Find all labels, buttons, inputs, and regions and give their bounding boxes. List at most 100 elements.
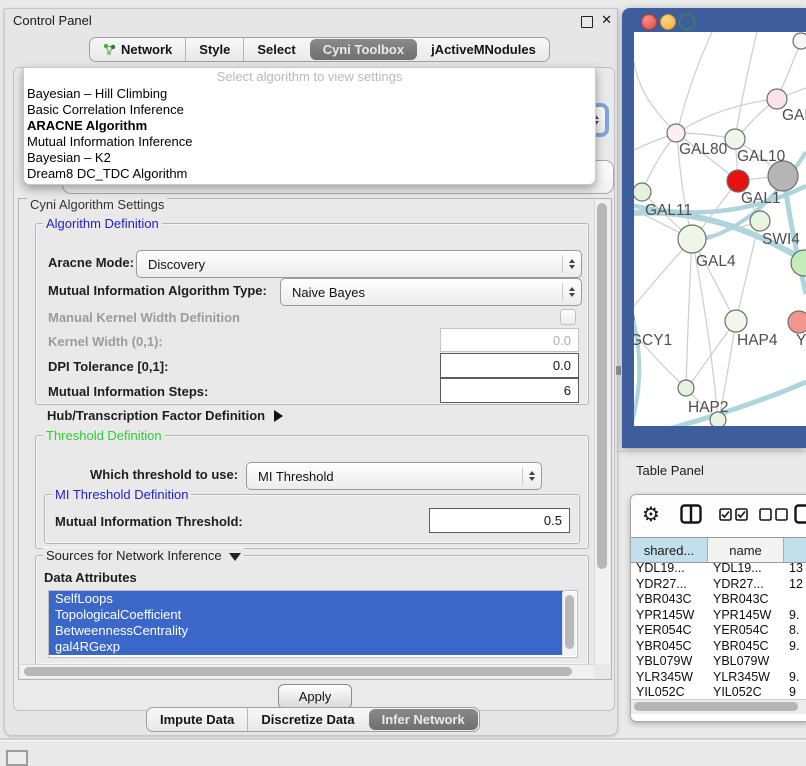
table-row[interactable]: YBR045CYBR045C9. — [631, 639, 806, 655]
table-row[interactable]: YPR145WYPR145W9. — [631, 608, 806, 624]
manual-kernel-width-checkbox[interactable] — [560, 309, 576, 325]
mi-steps-field[interactable]: 6 — [440, 378, 579, 403]
table-row[interactable]: YDR27...YDR27...12 — [631, 577, 806, 593]
network-node-label: GAL80 — [679, 141, 728, 158]
which-threshold-label: Which threshold to use: — [90, 467, 238, 482]
split-columns-icon[interactable] — [680, 504, 702, 524]
float-window-icon[interactable] — [581, 16, 593, 28]
network-node-gal[interactable] — [767, 89, 787, 109]
panel-splitter[interactable] — [616, 451, 806, 452]
settings-horizontal-scrollbar[interactable] — [20, 664, 594, 678]
network-node-gal4[interactable] — [678, 225, 706, 253]
network-node-hap4[interactable] — [725, 310, 747, 332]
network-edge[interactable] — [686, 239, 692, 388]
network-node-hap2[interactable] — [678, 380, 694, 396]
network-canvas[interactable]: GALGAL80GAL10GAL1GAL11SWI4GAL4GCY1HAP4YH… — [634, 32, 806, 426]
table-row[interactable]: YDL19...YDL19...13 — [631, 561, 806, 577]
network-node-y[interactable] — [788, 311, 806, 333]
table-row[interactable]: YBL079WYBL079W — [631, 654, 806, 670]
table-cell: 13 — [784, 561, 806, 577]
deselect-all-columns-icon[interactable] — [759, 508, 789, 521]
minimize-traffic-light[interactable] — [660, 14, 676, 30]
select-all-columns-icon[interactable] — [719, 508, 749, 521]
network-edge[interactable] — [736, 222, 759, 321]
settings-vertical-scrollbar[interactable] — [594, 200, 610, 664]
data-attribute-item[interactable]: TopologicalCoefficient — [49, 607, 563, 623]
apply-button[interactable]: Apply — [278, 684, 352, 709]
network-node[interactable] — [793, 33, 806, 49]
table-row[interactable]: YIL052CYIL052C9 — [631, 685, 806, 699]
tab-cyni-toolbox[interactable]: Cyni Toolbox — [310, 39, 417, 60]
mi-algorithm-type-combobox[interactable]: Naive Bayes — [280, 278, 582, 306]
column-header[interactable] — [784, 538, 806, 562]
panel-splitter-grip[interactable] — [616, 366, 621, 375]
network-icon — [103, 43, 116, 56]
tab-infer-network[interactable]: Infer Network — [369, 709, 478, 730]
network-node-swi4[interactable] — [750, 211, 770, 231]
tab-network[interactable]: Network — [90, 38, 185, 61]
zoom-traffic-light[interactable] — [679, 14, 695, 30]
dpi-tolerance-label: DPI Tolerance [0,1]: — [48, 359, 168, 374]
data-attribute-item[interactable]: BetweennessCentrality — [49, 623, 563, 639]
which-threshold-combobox[interactable]: MI Threshold — [246, 462, 542, 490]
table-row[interactable]: YER054CYER054C8. — [631, 623, 806, 639]
network-edge[interactable] — [642, 133, 677, 192]
gear-icon[interactable]: ⚙ — [642, 502, 660, 527]
tab-label: Infer Network — [382, 712, 465, 727]
mi-threshold-field[interactable]: 0.5 — [429, 508, 570, 533]
mi-threshold-group-title: MI Threshold Definition — [52, 487, 191, 502]
network-node-gal10[interactable] — [725, 129, 745, 149]
data-attribute-item[interactable]: gal4RGexp — [49, 639, 563, 655]
close-traffic-light[interactable] — [641, 14, 657, 30]
algorithm-option[interactable]: ARACNE Algorithm — [24, 118, 595, 134]
app-root: Control Panel ✕ NetworkStyleSelectCyni T… — [0, 0, 806, 762]
dpi-tolerance-field[interactable]: 0.0 — [440, 353, 579, 378]
tab-label: Cyni Toolbox — [323, 42, 404, 57]
table-cell: YBR043C — [708, 592, 784, 608]
network-node-gal11[interactable] — [634, 183, 651, 201]
algorithm-option[interactable]: Bayesian – K2 — [24, 150, 595, 166]
kernel-width-field[interactable]: 0.0 — [440, 328, 579, 352]
network-node-gal1[interactable] — [727, 170, 749, 192]
close-icon[interactable]: ✕ — [601, 12, 612, 28]
network-edge[interactable] — [735, 32, 757, 139]
column-header[interactable]: shared... — [631, 538, 708, 562]
list-scrollbar[interactable] — [562, 592, 576, 656]
which-threshold-value: MI Threshold — [247, 469, 522, 484]
table-cell: 9 — [784, 685, 806, 699]
network-node-label: GCY1 — [634, 332, 672, 349]
algorithm-option[interactable]: Basic Correlation Inference — [24, 102, 595, 118]
network-node-label: GAL11 — [645, 202, 692, 219]
tab-label: Impute Data — [160, 712, 234, 727]
network-node[interactable] — [768, 161, 798, 191]
network-edge[interactable] — [677, 99, 777, 133]
tab-impute-data[interactable]: Impute Data — [147, 708, 247, 731]
network-edge[interactable] — [634, 320, 686, 388]
mini-panel-icon[interactable] — [6, 750, 28, 766]
network-node-gal80[interactable] — [667, 124, 685, 142]
tab-discretize-data[interactable]: Discretize Data — [247, 708, 367, 731]
aracne-mode-combobox[interactable]: Discovery — [136, 250, 582, 278]
tab-select[interactable]: Select — [243, 38, 308, 61]
sources-group-title[interactable]: Sources for Network Inference — [43, 548, 244, 563]
algorithm-option[interactable]: Dream8 DC_TDC Algorithm — [24, 166, 595, 182]
network-edge[interactable] — [634, 239, 692, 318]
data-attribute-item[interactable]: SelfLoops — [49, 591, 563, 607]
table-row[interactable]: YBR043CYBR043C — [631, 592, 806, 608]
table-row[interactable]: YLR345WYLR345W9. — [631, 670, 806, 686]
network-edge[interactable] — [688, 321, 736, 388]
aracne-mode-label: Aracne Mode: — [48, 255, 134, 270]
data-attributes-list[interactable]: SelfLoopsTopologicalCoefficientBetweenne… — [48, 590, 578, 658]
algorithm-option[interactable]: Mutual Information Inference — [24, 134, 595, 150]
column-header[interactable]: name — [708, 538, 784, 562]
algorithm-option[interactable]: Bayesian – Hill Climbing — [24, 86, 595, 102]
tab-style[interactable]: Style — [185, 38, 243, 61]
table-horizontal-scrollbar[interactable] — [631, 699, 806, 714]
tab-jactivemnodules[interactable]: jActiveMNodules — [418, 38, 549, 61]
network-node-label: HAP4 — [737, 332, 778, 349]
network-edge[interactable] — [677, 32, 712, 133]
hub-definition-toggle[interactable]: Hub/Transcription Factor Definition — [47, 407, 283, 425]
mi-algorithm-type-label: Mutual Information Algorithm Type: — [48, 283, 267, 298]
network-edge[interactable] — [634, 62, 677, 133]
new-table-icon[interactable] — [794, 504, 806, 524]
